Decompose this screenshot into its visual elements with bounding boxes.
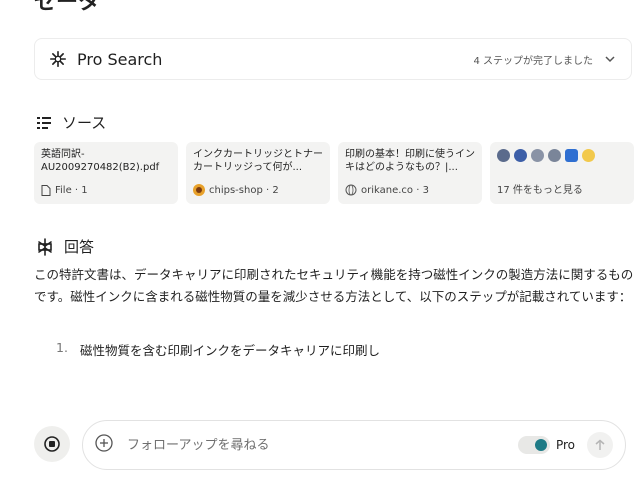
sources-row: 英語同訳-AU2009270482(B2).pdf File · 1 インクカー… xyxy=(34,142,634,204)
steps-status: 4 ステップが完了しました xyxy=(473,55,593,67)
arrow-up-icon xyxy=(595,439,605,450)
favicon-icon xyxy=(514,149,527,162)
more-sources-card[interactable]: 17 件をもっと見る xyxy=(490,142,634,204)
source-meta: orikane.co · 3 xyxy=(361,184,429,196)
add-attachment-button[interactable] xyxy=(95,434,113,456)
followup-bar: Pro xyxy=(82,420,626,470)
source-title: 英語同訳-AU2009270482(B2).pdf xyxy=(41,149,160,173)
source-meta: File · 1 xyxy=(55,185,88,196)
source-title: インクカートリッジとトナーカートリッジって何が... xyxy=(193,149,323,173)
sources-list-icon xyxy=(37,116,51,129)
stop-button[interactable] xyxy=(34,426,70,462)
favicon-icon xyxy=(582,149,595,162)
answer-logo-icon xyxy=(38,237,52,256)
answer-heading-label: 回答 xyxy=(64,238,95,256)
chips-shop-favicon-icon xyxy=(193,184,205,196)
pro-search-sparkle-icon xyxy=(49,50,67,68)
source-title: 印刷の基本！印刷に使うインキはどのようなもの？|... xyxy=(345,149,475,173)
list-number: 1. xyxy=(56,340,68,355)
content-fade-overlay xyxy=(0,360,640,420)
source-card[interactable]: インクカートリッジとトナーカートリッジって何が... chips-shop · … xyxy=(186,142,330,204)
pro-toggle-switch[interactable] xyxy=(517,436,550,454)
globe-icon xyxy=(345,184,357,196)
answer-list-item: 1. 磁性物質を含む印刷インクをデータキャリアに印刷し xyxy=(56,340,380,359)
answer-heading: 回答 xyxy=(36,236,94,257)
pro-toggle[interactable]: Pro xyxy=(517,436,575,454)
chevron-down-icon[interactable] xyxy=(603,52,617,66)
answer-paragraph: この特許文書は、データキャリアに印刷されたセキュリティ機能を持つ磁性インクの製造… xyxy=(34,267,634,304)
favicon-icon xyxy=(497,149,510,162)
more-sources-label: 17 件をもっと見る xyxy=(497,185,583,196)
stop-icon xyxy=(44,436,60,452)
sources-heading-label: ソース xyxy=(62,114,107,132)
pro-search-title: Pro Search xyxy=(77,49,163,69)
pro-search-panel[interactable]: Pro Search 4 ステップが完了しました xyxy=(34,38,632,80)
source-card[interactable]: 印刷の基本！印刷に使うインキはどのようなもの？|... orikane.co ·… xyxy=(338,142,482,204)
file-icon xyxy=(41,185,51,196)
previous-heading-clipped: ゼータ xyxy=(34,0,101,15)
more-sources-favicons xyxy=(497,149,627,162)
list-text: 磁性物質を含む印刷インクをデータキャリアに印刷し xyxy=(80,343,381,358)
plus-circle-icon xyxy=(95,434,113,452)
source-card[interactable]: 英語同訳-AU2009270482(B2).pdf File · 1 xyxy=(34,142,178,204)
source-meta: chips-shop · 2 xyxy=(209,184,279,196)
followup-input[interactable] xyxy=(127,437,487,453)
favicon-icon xyxy=(565,149,578,162)
sources-heading: ソース xyxy=(36,112,106,133)
pro-toggle-label: Pro xyxy=(555,438,575,452)
favicon-icon xyxy=(531,149,544,162)
favicon-icon xyxy=(548,149,561,162)
send-button[interactable] xyxy=(587,432,613,458)
